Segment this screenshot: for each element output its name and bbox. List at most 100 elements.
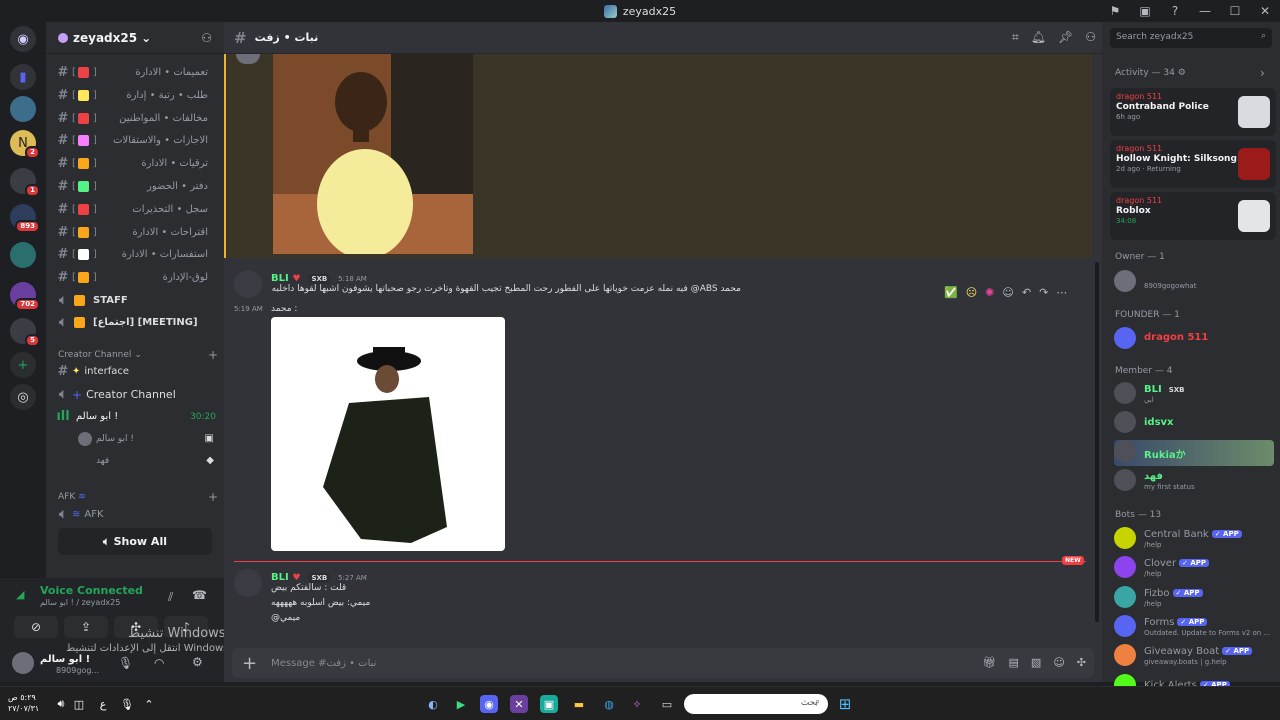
activity-card[interactable]: dragon 511 Contraband Police 6h ago	[1110, 88, 1276, 136]
language-indicator[interactable]: ع	[94, 695, 112, 713]
voice-user[interactable]: فهد ◆	[54, 450, 220, 471]
apps-icon[interactable]: ✣	[1077, 656, 1086, 669]
bot-row[interactable]: Central Bank ✓ APP/help	[1114, 527, 1274, 553]
bot-row[interactable]: Giveaway Boat ✓ APP giveaway.boats | g.hel…	[1114, 644, 1274, 670]
server-icon[interactable]: N2	[10, 130, 40, 159]
add-reaction-icon[interactable]: ☺	[1002, 286, 1013, 299]
bell-icon[interactable]: 🔔︎	[1031, 30, 1046, 45]
user-avatar[interactable]	[12, 652, 34, 674]
headphones-icon[interactable]: ◠	[154, 656, 164, 670]
emoji-reaction-icon[interactable]: ☹	[966, 286, 977, 299]
meme-image-kid[interactable]	[273, 54, 473, 254]
text-channel[interactable]: #[] دفتر • الحضور	[54, 176, 220, 197]
steam-icon[interactable]: ◐	[424, 695, 442, 713]
minimize-button[interactable]: —	[1190, 4, 1220, 18]
maximize-button[interactable]: ☐	[1220, 4, 1250, 18]
voice-connected-sub[interactable]: ابو سالم ! / zeyadx25	[40, 598, 120, 607]
threads-icon[interactable]: ⌗	[1012, 30, 1019, 45]
party-emoji-icon[interactable]: ✺	[985, 286, 994, 299]
help-icon[interactable]: ?	[1160, 4, 1190, 18]
app-icon[interactable]: ✕	[510, 695, 528, 713]
screen-icon[interactable]: ▣	[1130, 4, 1160, 18]
bot-row[interactable]: Clover ✓ APP/help	[1114, 556, 1274, 582]
chevron-right-icon[interactable]: ›	[1260, 66, 1265, 80]
channel-creator[interactable]: 🔈︎ + Creator Channel	[54, 384, 220, 405]
add-channel-icon[interactable]: +	[208, 490, 218, 504]
reply-icon[interactable]: ↶	[1022, 286, 1031, 299]
server-icon[interactable]: 893	[10, 204, 40, 233]
bot-row[interactable]: Forms ✓ APP Outdated. Update to Forms v2 o…	[1114, 614, 1274, 641]
text-channel[interactable]: #[] ترقيات • الادارة	[54, 153, 220, 174]
check-emoji-icon[interactable]: ✅	[944, 286, 958, 299]
copilot-icon[interactable]: ✧	[628, 695, 646, 713]
chat-scrollbar[interactable]	[1095, 262, 1099, 622]
direct-messages-icon[interactable]: ▮	[10, 64, 36, 90]
text-channel[interactable]: #[] اقتراحات • الادارة	[54, 222, 220, 243]
file-explorer-icon[interactable]: ▬	[570, 695, 588, 713]
afk-channel[interactable]: 🔈︎ ≋ AFK	[54, 504, 220, 525]
text-channel[interactable]: #[] مخالفات • المواطنين	[54, 108, 220, 129]
avatar[interactable]	[234, 569, 262, 597]
app-icon[interactable]: ▣	[540, 695, 558, 713]
member-owner[interactable]: 8909gogowhat	[1114, 270, 1274, 296]
activity-card[interactable]: dragon 511 Roblox 34:08	[1110, 192, 1276, 240]
clock[interactable]: ٥:٢٩ ص ٢٧/٠٧/٣١	[8, 692, 39, 714]
channel-interface[interactable]: # ✦ interface	[54, 361, 220, 382]
app-icon[interactable]: ▶	[452, 695, 470, 713]
camera-button[interactable]: ⊘	[14, 616, 58, 638]
mic-tray-icon[interactable]: 🎙︎	[118, 695, 136, 713]
text-channel[interactable]: #[] سجل • التحذيرات	[54, 199, 220, 220]
member-founder[interactable]: dragon 511	[1114, 327, 1274, 353]
windows-start-icon[interactable]: ⊞	[836, 695, 854, 713]
bot-row[interactable]: Fizbo ✓ APP/help	[1114, 585, 1274, 612]
disconnect-icon[interactable]: ☎	[192, 588, 207, 602]
more-icon[interactable]: ⋯	[1056, 286, 1067, 299]
avatar[interactable]	[234, 270, 262, 298]
voice-connected-label[interactable]: Voice Connected	[40, 584, 143, 597]
server-icon[interactable]	[10, 242, 36, 268]
member-list-icon[interactable]: ⚇	[1085, 30, 1096, 45]
taskbar-search[interactable]: بحث ⌕	[684, 694, 828, 714]
voice-channel-meeting[interactable]: 🔈︎ [اجتماع] [MEETING]	[54, 312, 220, 333]
voice-user[interactable]: ابو سالم ! ▣	[54, 428, 220, 449]
category-creator[interactable]: Creator Channel ⌄ +	[58, 348, 218, 362]
voice-channel-staff[interactable]: 🔈︎ STAFF	[54, 290, 220, 311]
microphone-icon[interactable]: 🎙︎	[118, 656, 133, 670]
discord-icon[interactable]: ◉	[480, 695, 498, 713]
activity-card[interactable]: dragon 511 Hollow Knight: Silksong 2d ag…	[1110, 140, 1276, 188]
category-afk[interactable]: AFK ≋ +	[58, 490, 218, 504]
server-icon[interactable]: 5	[10, 318, 40, 347]
username[interactable]: BLI	[271, 273, 289, 284]
search-input[interactable]: Search zeyadx25 ⌕	[1110, 28, 1272, 48]
member-row[interactable]: Rukiaか	[1114, 440, 1274, 466]
discover-icon[interactable]: ◎	[10, 384, 36, 410]
gif-icon[interactable]: ▤	[1009, 656, 1019, 669]
text-channel[interactable]: #[] تعميمات • الادارة	[54, 62, 220, 83]
emoji-icon[interactable]: ☺	[1053, 656, 1064, 669]
text-channel[interactable]: #[] الاجازات • والاستقالات	[54, 130, 220, 151]
member-row[interactable]: idsvx	[1114, 411, 1274, 437]
inbox-icon[interactable]: ⚑	[1100, 4, 1130, 18]
user-name[interactable]: ابو سالم !	[40, 654, 90, 665]
pin-icon[interactable]: 📌︎	[1058, 30, 1073, 45]
gift-icon[interactable]: 🎁︎	[983, 656, 997, 669]
server-icon[interactable]: 702	[10, 282, 40, 311]
forward-icon[interactable]: ↷	[1039, 286, 1048, 299]
sticker-icon[interactable]: ▧	[1031, 656, 1041, 669]
server-header[interactable]: zeyadx25 ⌄ ⚇	[46, 22, 224, 54]
username[interactable]: BLI	[271, 572, 289, 583]
member-row[interactable]: فهد my first status	[1114, 469, 1274, 495]
task-view-icon[interactable]: ▭	[658, 695, 676, 713]
close-button[interactable]: ✕	[1250, 4, 1280, 18]
settings-gear-icon[interactable]: ⚙	[192, 655, 203, 669]
discord-home-icon[interactable]: ◉	[10, 26, 36, 52]
member-row[interactable]: BLI SXB ابي	[1114, 382, 1274, 408]
screen-share-button[interactable]: ⇪	[64, 616, 108, 638]
text-channel[interactable]: #[] طلب • رتبة • إدارة	[54, 85, 220, 106]
meme-image-man[interactable]	[271, 317, 505, 551]
server-icon[interactable]	[10, 96, 36, 122]
voice-channel-active[interactable]: ıll ابو سالم ! 30:20	[54, 406, 220, 427]
message-composer[interactable]: + Message #نبات • زفت 🎁︎ ▤ ▧ ☺ ✣	[232, 648, 1094, 678]
add-server-icon[interactable]: +	[10, 352, 36, 378]
noise-suppression-icon[interactable]: ⫽	[168, 590, 173, 605]
